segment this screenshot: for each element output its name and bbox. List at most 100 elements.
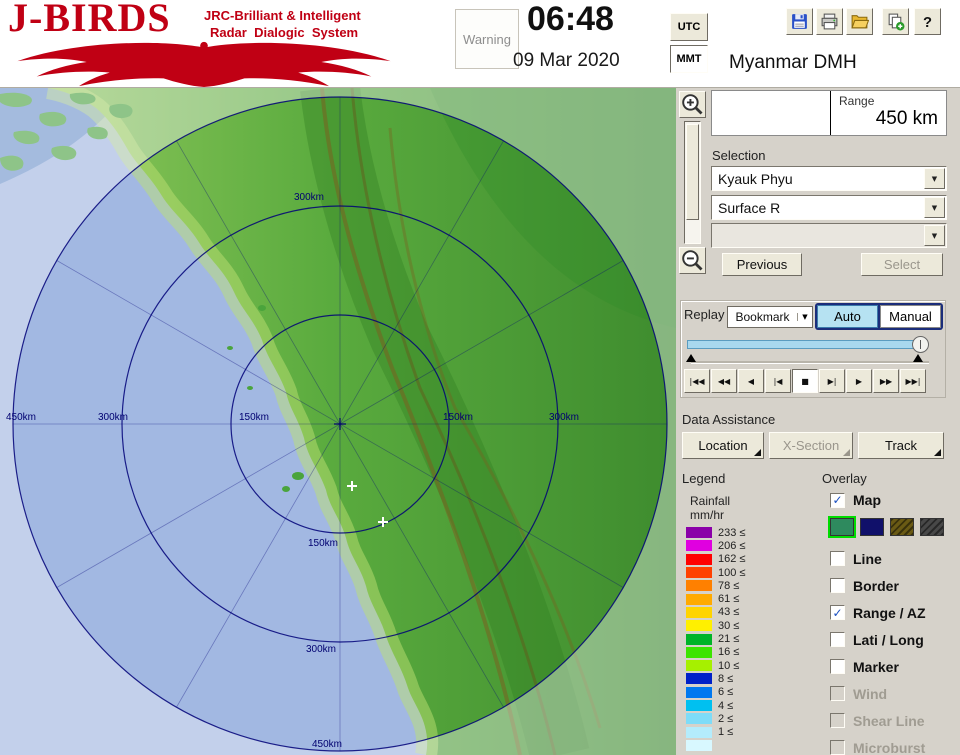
checkbox[interactable]: ✓ (830, 493, 845, 508)
export-icon (886, 12, 905, 31)
clock-date: 09 Mar 2020 (513, 50, 620, 72)
legend-row: 100 ≤ (686, 566, 816, 579)
location-button-label: Location (698, 438, 747, 453)
overlay-list: LineBorder✓Range / AZ Lati / Long Marker Wi… (830, 545, 955, 755)
svg-text:?: ? (923, 15, 932, 31)
range-label: Range (839, 94, 874, 108)
overlay-label: Lati / Long (853, 632, 924, 648)
chevron-down-icon[interactable]: ▼ (924, 197, 945, 218)
map-style-swatch-navy[interactable] (860, 518, 884, 536)
playback-button-7[interactable]: ▶▶ (873, 369, 899, 393)
data-assistance-label: Data Assistance (682, 412, 775, 427)
legend-row: 162 ≤ (686, 553, 816, 566)
playback-button-5[interactable]: ▶| (819, 369, 845, 393)
chevron-down-icon[interactable]: ▼ (924, 225, 945, 246)
legend-color-swatch (686, 567, 712, 578)
playback-button-2[interactable]: ◀ (738, 369, 764, 393)
legend-row: 1 ≤ (686, 725, 816, 738)
legend-threshold: 162 ≤ (718, 553, 745, 565)
legend-scale: 233 ≤206 ≤162 ≤100 ≤78 ≤61 ≤43 ≤30 ≤21 ≤… (686, 526, 816, 752)
legend-color-swatch (686, 687, 712, 698)
playback-button-3[interactable]: |◀ (765, 369, 791, 393)
checkbox[interactable] (830, 578, 845, 593)
legend-row: 4 ≤ (686, 699, 816, 712)
playback-button-0[interactable]: |◀◀ (684, 369, 710, 393)
playback-button-1[interactable]: ◀◀ (711, 369, 737, 393)
replay-trim-track (691, 361, 929, 363)
checkbox[interactable] (830, 632, 845, 647)
map-style-swatch-gray[interactable] (920, 518, 944, 536)
auto-button[interactable]: Auto (817, 305, 878, 328)
warning-label: Warning (463, 32, 511, 47)
zoom-slider-thumb[interactable] (686, 124, 699, 220)
manual-button[interactable]: Manual (880, 305, 941, 328)
bookmark-label: Bookmark (728, 310, 797, 324)
product-dropdown[interactable]: Surface R ▼ (711, 195, 947, 220)
playback-button-6[interactable]: ▶ (846, 369, 872, 393)
replay-time-slider[interactable] (687, 340, 923, 349)
checkbox (830, 740, 845, 755)
logo-subtitle-1: JRC-Brilliant & Intelligent (204, 8, 361, 23)
overlay-item-line[interactable]: Line (830, 545, 955, 572)
site-dropdown-value: Kyauk Phyu (712, 171, 924, 187)
print-button[interactable] (816, 8, 843, 35)
checkbox[interactable] (830, 659, 845, 674)
svg-text:150km: 150km (443, 412, 473, 423)
overlay-item-lati-long[interactable]: Lati / Long (830, 626, 955, 653)
zoom-out-icon (680, 248, 705, 273)
previous-button[interactable]: Previous (722, 253, 802, 276)
map-style-swatch-olive[interactable] (890, 518, 914, 536)
trim-start-marker[interactable] (686, 354, 696, 362)
legend-row: 206 ≤ (686, 539, 816, 552)
open-folder-button[interactable] (846, 8, 873, 35)
help-icon: ? (918, 12, 937, 31)
location-button[interactable]: Location (682, 432, 764, 459)
zoom-in-button[interactable] (679, 91, 706, 118)
legend-color-swatch (686, 660, 712, 671)
station-title: Myanmar DMH (729, 52, 857, 74)
checkbox[interactable] (830, 551, 845, 566)
chevron-down-icon[interactable]: ▼ (924, 168, 945, 189)
checkbox[interactable]: ✓ (830, 605, 845, 620)
legend-row: 8 ≤ (686, 672, 816, 685)
legend-row: 43 ≤ (686, 606, 816, 619)
overlay-item-marker[interactable]: Marker (830, 653, 955, 680)
svg-text:300km: 300km (306, 644, 336, 655)
map-style-swatch-terrain[interactable] (830, 518, 854, 536)
track-button[interactable]: Track (858, 432, 944, 459)
utc-button[interactable]: UTC (670, 13, 708, 41)
site-dropdown[interactable]: Kyauk Phyu ▼ (711, 166, 947, 191)
overlay-item-map[interactable]: ✓ Map (830, 492, 881, 508)
overlay-label: Marker (853, 659, 899, 675)
range-panel: Range 450 km (711, 90, 947, 136)
legend-threshold: 43 ≤ (718, 606, 739, 618)
playback-button-4[interactable]: ■ (792, 369, 818, 393)
bookmark-button[interactable]: Bookmark ▼ (727, 306, 813, 328)
extra-dropdown[interactable]: ▼ (711, 223, 947, 248)
help-button[interactable]: ? (914, 8, 941, 35)
warning-indicator: Warning (455, 9, 519, 69)
legend-threshold: 78 ≤ (718, 580, 739, 592)
zoom-out-button[interactable] (679, 247, 706, 274)
track-button-label: Track (885, 438, 917, 453)
export-button[interactable] (882, 8, 909, 35)
trim-end-marker[interactable] (913, 354, 923, 362)
replay-slider-thumb[interactable] (912, 336, 929, 353)
playback-buttons: |◀◀◀◀◀|◀■▶|▶▶▶▶▶| (684, 369, 926, 393)
radar-map[interactable]: 450km 300km 150km 150km 300km 300km 150k… (0, 88, 676, 755)
svg-text:150km: 150km (308, 538, 338, 549)
clock-time: 06:48 (527, 0, 614, 39)
legend-color-swatch (686, 634, 712, 645)
overlay-item-range-az[interactable]: ✓Range / AZ (830, 599, 955, 626)
playback-button-8[interactable]: ▶▶| (900, 369, 926, 393)
legend-label: Legend (682, 471, 725, 486)
overlay-item-border[interactable]: Border (830, 572, 955, 599)
svg-text:450km: 450km (6, 412, 36, 423)
legend-row: 16 ≤ (686, 646, 816, 659)
mmt-button[interactable]: MMT (670, 45, 708, 73)
zoom-slider-track[interactable] (684, 121, 701, 244)
legend-color-swatch (686, 540, 712, 551)
legend-color-swatch (686, 607, 712, 618)
overlay-item-wind: Wind (830, 680, 955, 707)
save-button[interactable] (786, 8, 813, 35)
